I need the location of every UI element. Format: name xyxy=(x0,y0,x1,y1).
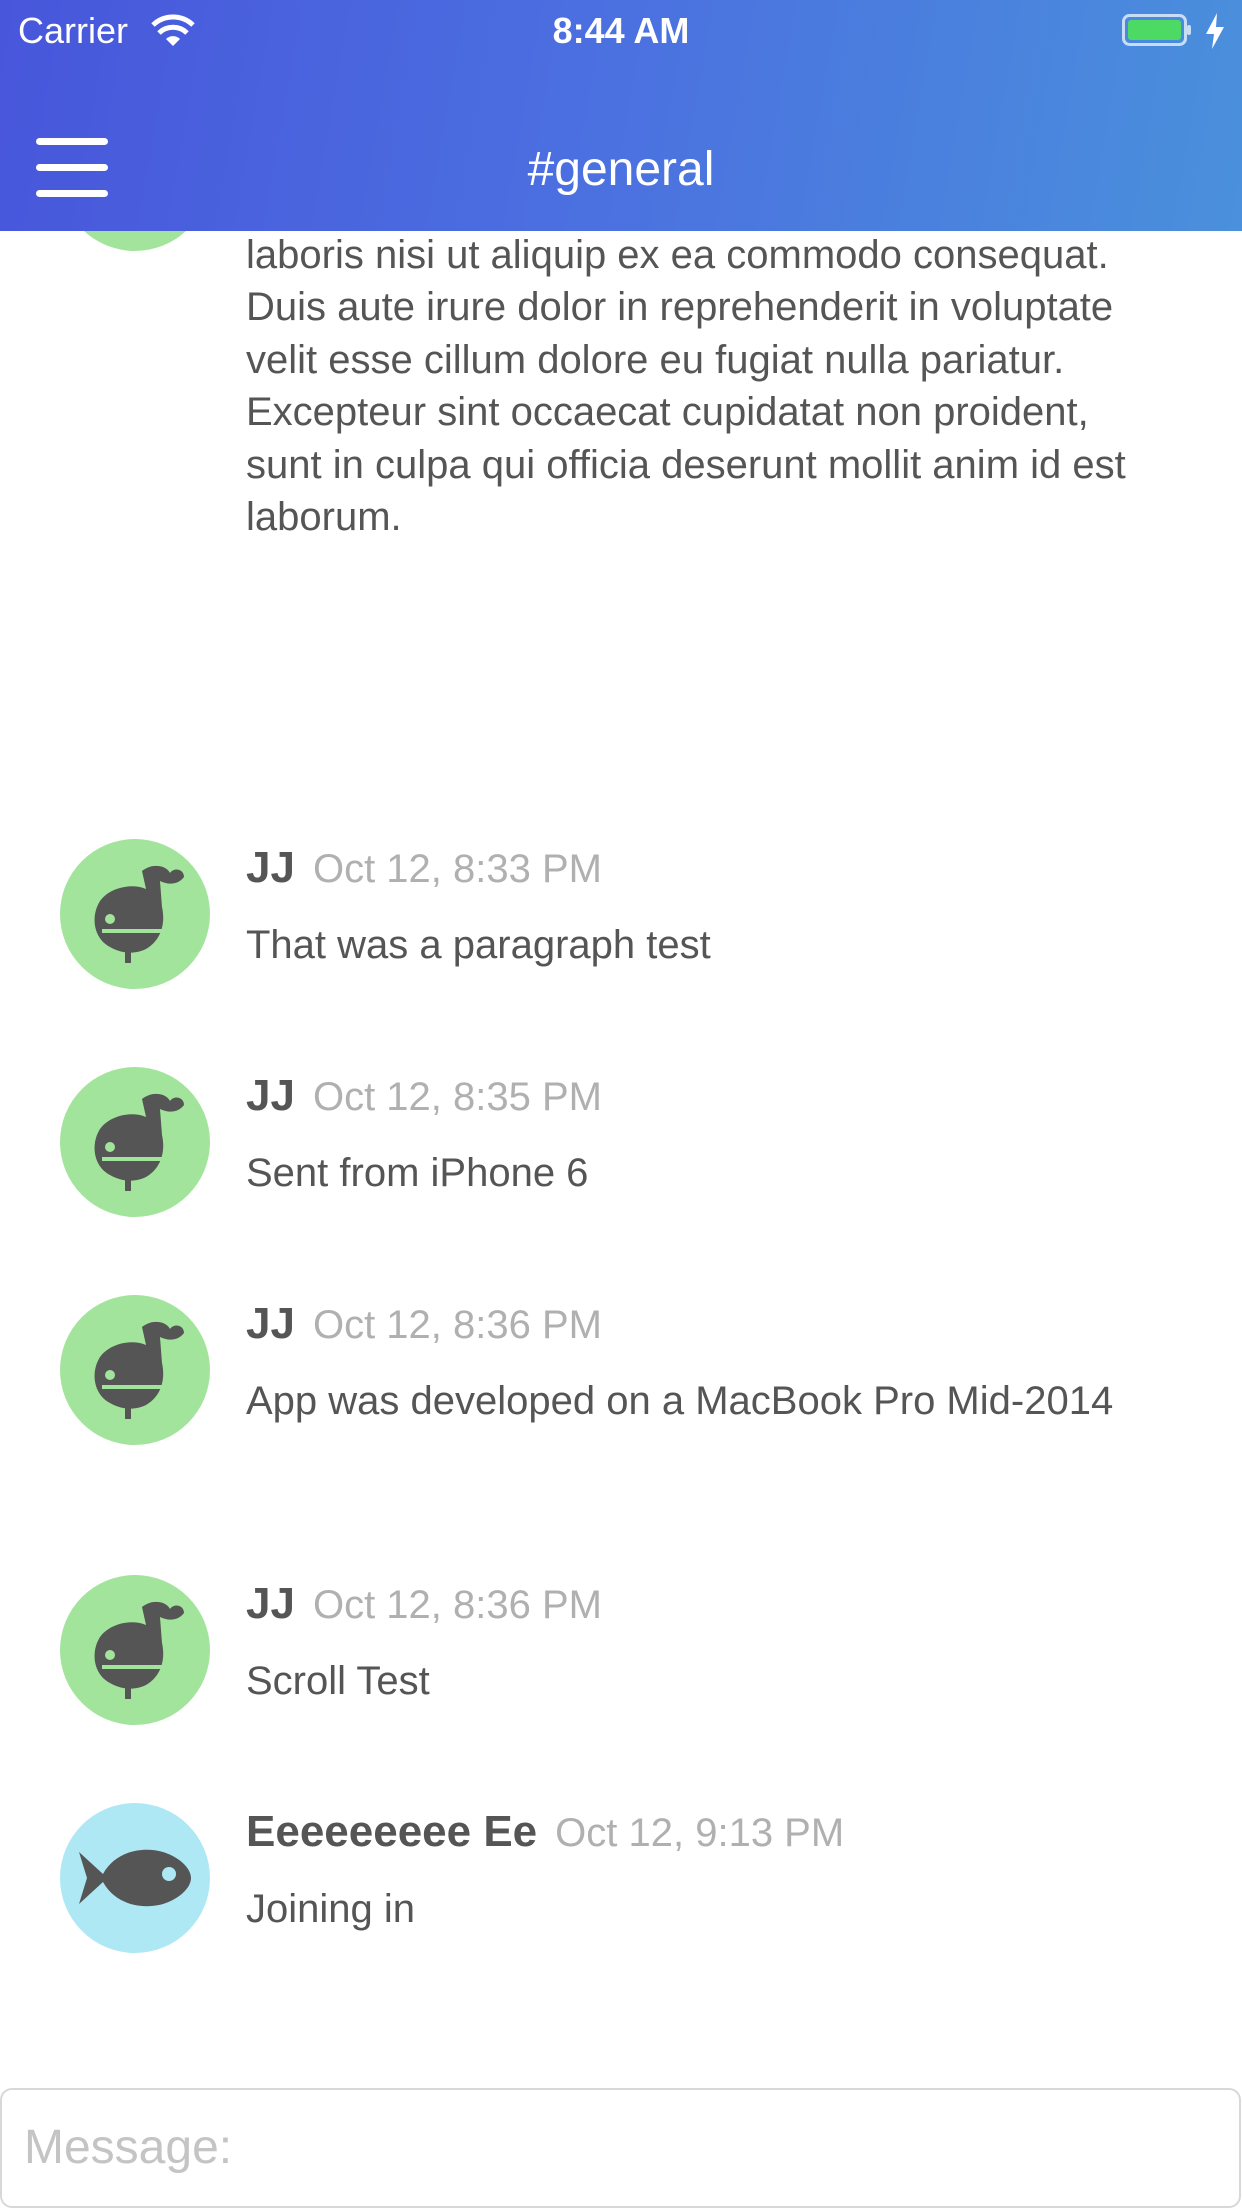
message-text: Sent from iPhone 6 xyxy=(246,1151,589,1195)
message-time: Oct 12, 8:36 PM xyxy=(312,1583,602,1627)
whale-icon xyxy=(94,1093,184,1191)
status-bar: Carrier 8:44 AM xyxy=(0,0,1242,62)
status-time: 8:44 AM xyxy=(552,10,690,51)
message-author[interactable]: JJ xyxy=(246,1071,295,1120)
message-text: adipiscing elit, sed do eiusmod tempor i… xyxy=(246,232,1126,540)
message-author[interactable]: JJ xyxy=(246,1579,295,1628)
whale-icon xyxy=(94,1321,184,1419)
message-author[interactable]: JJ xyxy=(246,843,295,892)
avatar xyxy=(60,1803,210,1953)
avatar xyxy=(60,1575,210,1725)
message-text: That was a paragraph test xyxy=(246,923,711,967)
avatar xyxy=(60,1067,210,1217)
message-time: Oct 12, 8:36 PM xyxy=(312,1303,602,1347)
message-text: App was developed on a MacBook Pro Mid-2… xyxy=(246,1379,1114,1423)
charging-bolt-icon xyxy=(1206,13,1224,49)
message-author[interactable]: Eeeeeeeee Ee xyxy=(246,1807,537,1856)
message-time: Oct 12, 9:13 PM xyxy=(555,1811,845,1855)
message-time: Oct 12, 8:33 PM xyxy=(312,847,602,891)
whale-icon xyxy=(94,865,184,963)
navigation-bar: Carrier 8:44 AM #general xyxy=(0,0,1242,231)
battery-icon xyxy=(1122,14,1191,46)
message-time: Oct 12, 8:35 PM xyxy=(312,1075,602,1119)
whale-icon xyxy=(94,1601,184,1699)
avatar xyxy=(60,839,210,989)
message-author[interactable]: JJ xyxy=(246,1299,295,1348)
avatar xyxy=(60,231,210,251)
message-feed[interactable]: adipiscing elit, sed do eiusmod tempor i… xyxy=(0,231,1242,2087)
message-composer xyxy=(0,2088,1241,2208)
message-input[interactable] xyxy=(22,2090,1226,2204)
channel-title: #general xyxy=(527,143,715,196)
fish-icon xyxy=(79,1849,191,1907)
message-text: Scroll Test xyxy=(246,1659,430,1703)
avatar xyxy=(60,1295,210,1445)
message-text: Joining in xyxy=(246,1887,416,1931)
